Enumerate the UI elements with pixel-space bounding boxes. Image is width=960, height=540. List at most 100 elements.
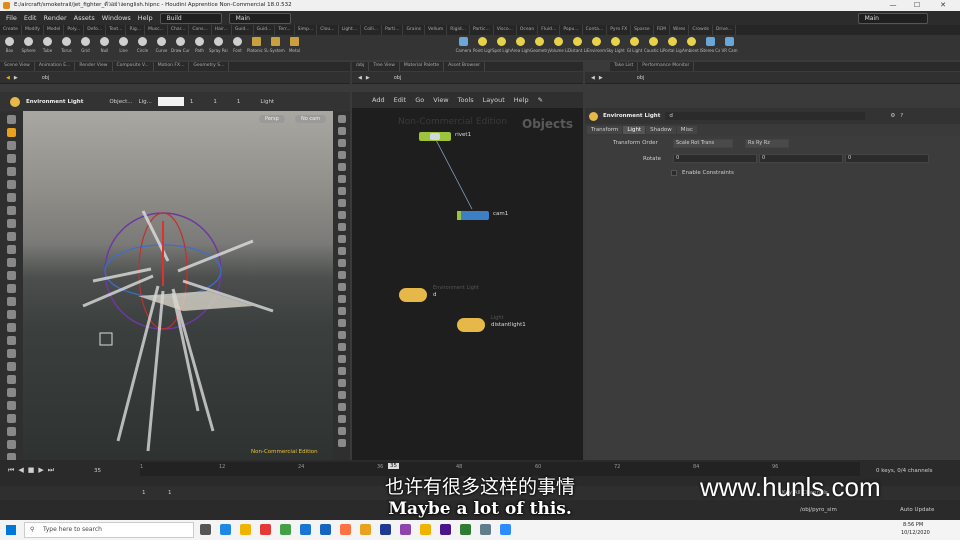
shelf-tab[interactable]: Terr... [275, 25, 295, 35]
param-path-obj[interactable]: obj [637, 75, 645, 81]
shelf-tool-environment-light[interactable]: Environment Light [587, 35, 606, 60]
menu-windows[interactable]: Windows [102, 14, 131, 22]
shelf-tool-camera[interactable]: Camera [454, 35, 473, 60]
minimize-button[interactable]: — [882, 0, 904, 11]
shelf-tab[interactable]: Hair... [212, 25, 232, 35]
shelf-tab[interactable]: Clou... [317, 25, 339, 35]
shelf-tool-geometry-light[interactable]: Geometry Light [530, 35, 549, 60]
node-rivet1[interactable] [419, 132, 451, 141]
node-cam1[interactable] [457, 211, 489, 220]
node-distantlight1[interactable] [457, 318, 485, 332]
network-menu-view[interactable]: View [433, 96, 448, 104]
display-option-icon[interactable] [337, 127, 346, 135]
shelf-tab[interactable]: Defo... [84, 25, 107, 35]
shelf-tab[interactable]: Popu... [560, 25, 583, 35]
shelf-tool-spot-light[interactable]: Spot Light [492, 35, 511, 60]
display-option-icon[interactable] [337, 415, 346, 423]
display-option-icon[interactable] [337, 295, 346, 303]
shelf-tool-torus[interactable]: Torus [57, 35, 76, 60]
pane-tab[interactable]: Motion FX... [154, 62, 190, 71]
shelf-tab[interactable]: Model [44, 25, 65, 35]
task-view-icon[interactable] [200, 524, 211, 535]
shelf-tab[interactable]: Guid... [232, 25, 254, 35]
viewport-tool-icon[interactable] [7, 115, 16, 124]
display-option-icon[interactable] [337, 211, 346, 219]
shelf-tab[interactable]: Fluid... [538, 25, 561, 35]
pane-tab[interactable]: Composite V... [113, 62, 154, 71]
display-option-icon[interactable] [337, 427, 346, 435]
photoshop-icon[interactable] [380, 524, 391, 535]
shelf-tab[interactable]: Vellum [425, 25, 448, 35]
display-option-icon[interactable] [337, 271, 346, 279]
viewport-tool-icon[interactable] [7, 297, 16, 306]
shelf-tab[interactable]: Grains [403, 25, 426, 35]
viewport-tool-icon[interactable] [7, 232, 16, 241]
menu-help[interactable]: Help [138, 14, 153, 22]
display-option-icon[interactable] [337, 175, 346, 183]
shelf-tool-draw-curve[interactable]: Draw Curve [171, 35, 190, 60]
shelf-tab[interactable]: Text... [106, 25, 127, 35]
shelf-tool-null[interactable]: Null [95, 35, 114, 60]
viewport-tool-icon[interactable] [7, 336, 16, 345]
premiere-icon[interactable] [440, 524, 451, 535]
shelf-tab[interactable]: Sparse [631, 25, 654, 35]
close-button[interactable]: ✕ [932, 0, 954, 11]
shelf-tool-distant-light[interactable]: Distant Light [568, 35, 587, 60]
network-menu-add[interactable]: Add [372, 96, 385, 104]
display-option-icon[interactable] [337, 403, 346, 411]
shelf-tool-circle[interactable]: Circle [133, 35, 152, 60]
shelf-tool-spray-paint[interactable]: Spray Paint [209, 35, 228, 60]
viewport-tool-icon[interactable] [7, 271, 16, 280]
network-menu-edit[interactable]: Edit [394, 96, 407, 104]
shelf-tool-stereo-camera[interactable]: Stereo Camera [701, 35, 720, 60]
display-option-icon[interactable] [337, 235, 346, 243]
viewport-tool-icon[interactable] [7, 427, 16, 436]
viewport-tool-icon[interactable] [7, 388, 16, 397]
shelf-tool-l-system[interactable]: L-System [266, 35, 285, 60]
size-value[interactable]: 1 [237, 99, 241, 105]
pane-tab[interactable]: Tree View [369, 62, 400, 71]
houdini-icon[interactable] [360, 524, 371, 535]
shelf-tab[interactable]: Rig... [126, 25, 145, 35]
camera-button[interactable]: No cam [295, 115, 327, 123]
forward-arrow-icon[interactable]: ▶ [366, 75, 370, 81]
mail-icon[interactable] [300, 524, 311, 535]
shelf-tool-tube[interactable]: Tube [38, 35, 57, 60]
shelf-tab[interactable]: Conta... [583, 25, 608, 35]
light-type-menu[interactable]: Light [260, 99, 274, 105]
shelf-tool-platonic-solids[interactable]: Platonic Solids [247, 35, 266, 60]
viewport-tool-icon[interactable] [7, 258, 16, 267]
shelf-tool-gi-light[interactable]: GI Light [625, 35, 644, 60]
viewport-tool-icon[interactable] [7, 141, 16, 150]
display-option-icon[interactable] [337, 355, 346, 363]
viewport-tool-icon[interactable] [7, 440, 16, 449]
display-option-icon[interactable] [337, 391, 346, 399]
viewport-tool-icon[interactable] [7, 310, 16, 319]
shelf-tool-vr-cam[interactable]: VR Cam [720, 35, 739, 60]
display-option-icon[interactable] [337, 199, 346, 207]
wrench-icon[interactable]: ✎ [538, 96, 543, 104]
shelf-tab[interactable]: Cons... [189, 25, 212, 35]
shelf-tool-caustic-light[interactable]: Caustic Light [644, 35, 663, 60]
param-node-name-field[interactable]: d [665, 112, 866, 120]
menu-file[interactable]: File [6, 14, 17, 22]
network-menu-go[interactable]: Go [415, 96, 424, 104]
rotate-x-field[interactable]: 0 [673, 154, 757, 163]
back-arrow-icon[interactable]: ◀ [591, 75, 595, 81]
shelf-tool-path[interactable]: Path [190, 35, 209, 60]
viewport-tool-icon[interactable] [7, 154, 16, 163]
excel-icon[interactable] [460, 524, 471, 535]
display-option-icon[interactable] [337, 343, 346, 351]
transform-order-select[interactable]: Scale Rot Trans [673, 139, 733, 148]
display-option-icon[interactable] [337, 187, 346, 195]
desktop-main-select[interactable]: Main [228, 12, 291, 24]
rotate-z-field[interactable]: 0 [845, 154, 929, 163]
viewport-tool-icon[interactable] [7, 167, 16, 176]
tab-misc[interactable]: Misc [676, 126, 697, 134]
chrome-icon[interactable] [260, 524, 271, 535]
shelf-tab[interactable]: Rigid... [447, 25, 470, 35]
desktop-right-select[interactable]: Main [857, 12, 928, 24]
xbox-icon[interactable] [280, 524, 291, 535]
network-path-obj[interactable]: obj [394, 75, 402, 81]
shelf-tab[interactable]: Poly... [64, 25, 85, 35]
